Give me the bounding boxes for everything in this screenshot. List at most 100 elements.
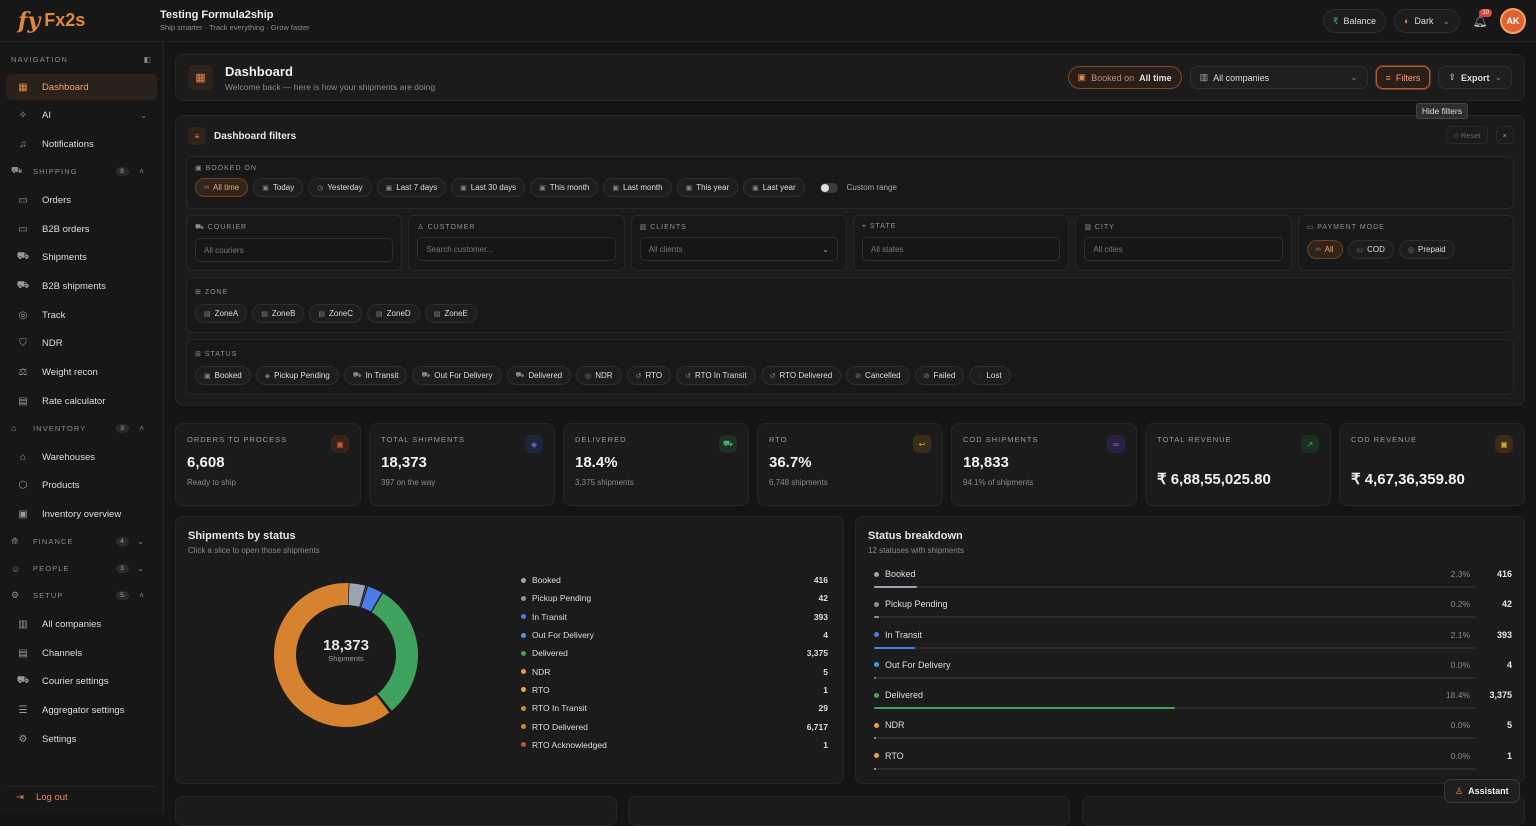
legend-item[interactable]: RTO Acknowledged 1: [521, 736, 828, 754]
clients-filter: ▥ CLIENTS All clients ⌄: [630, 215, 847, 271]
donut-slice-delivered[interactable]: [371, 593, 418, 711]
legend-item[interactable]: RTO In Transit 29: [521, 699, 828, 717]
filter-chip[interactable]: ▤ ZoneA: [195, 304, 248, 323]
sidebar-item-inventory-overview[interactable]: ▣ Inventory overview: [6, 502, 157, 528]
filter-chip[interactable]: ▣ Last month: [603, 178, 672, 197]
custom-range-toggle[interactable]: [819, 182, 838, 193]
state-input[interactable]: All states: [861, 237, 1061, 261]
filter-chip[interactable]: ▤ ZoneC: [309, 304, 363, 323]
filter-chip[interactable]: ∞ All: [1306, 240, 1343, 259]
sidebar-item-products[interactable]: ⬡ Products: [6, 473, 157, 499]
status-label: Booked: [885, 569, 916, 579]
section-setup[interactable]: ⚙ SETUP 5 ˄: [6, 585, 157, 607]
sidebar-item-orders[interactable]: ▭ Orders: [6, 187, 157, 213]
filter-chip[interactable]: ▣ Last year: [743, 178, 805, 197]
sidebar-item-b2b-shipments[interactable]: ⛟ B2B shipments: [6, 273, 157, 299]
status-row[interactable]: Booked 2.3% 416: [874, 565, 1512, 595]
sidebar-item-aggregator-settings[interactable]: ☰ Aggregator settings: [6, 698, 157, 724]
filter-chip[interactable]: ▣ Last 7 days: [376, 178, 447, 197]
filter-chip[interactable]: ▣ Today: [253, 178, 304, 197]
filter-chip[interactable]: ▤ ZoneB: [252, 304, 305, 323]
logout-button[interactable]: ⇥ Log out: [6, 786, 156, 808]
notifications-button[interactable]: 🔔︎ 10: [1468, 9, 1492, 33]
chip-label: Yesterday: [327, 183, 363, 192]
customer-search-input[interactable]: Search customer...: [417, 237, 616, 261]
filter-chip[interactable]: ◷ Yesterday: [308, 178, 372, 197]
sidebar-item-dashboard[interactable]: ▦ Dashboard: [6, 74, 157, 100]
filter-chip[interactable]: ▣ Last 30 days: [451, 178, 526, 197]
filter-chip[interactable]: ◌ Lost: [969, 366, 1011, 385]
sidebar-item-ndr[interactable]: ⛉ NDR: [6, 331, 157, 357]
filter-chip[interactable]: ▣ This month: [530, 178, 599, 197]
close-filters-button[interactable]: ×: [1495, 126, 1514, 144]
filter-chip[interactable]: ⊘ Failed: [914, 366, 965, 385]
filter-chip[interactable]: ∞ All time: [195, 178, 249, 197]
status-row[interactable]: Delivered 18.4% 3,375: [874, 686, 1512, 716]
section-shipping[interactable]: ⛟ SHIPPING 8 ˄: [6, 160, 157, 182]
app-logo[interactable]: fy Fx2s: [0, 0, 160, 42]
filter-chip[interactable]: ⛟ Delivered: [506, 366, 572, 385]
stat-icon: ⛟: [719, 435, 737, 453]
city-input[interactable]: All cities: [1084, 237, 1283, 261]
export-button[interactable]: ⇪ Export ⌄: [1438, 66, 1512, 89]
truck-icon: ⛟: [11, 165, 24, 176]
sidebar-item-rate-calculator[interactable]: ▤ Rate calculator: [6, 388, 157, 414]
filter-chip[interactable]: ▣ Booked: [195, 366, 251, 385]
legend-item[interactable]: RTO Delivered 6,717: [521, 717, 828, 735]
collapse-sidebar-icon[interactable]: ◧: [144, 55, 152, 64]
status-donut-chart[interactable]: [266, 575, 426, 735]
sidebar-item-warehouses[interactable]: ⌂ Warehouses: [6, 444, 157, 470]
filter-chip[interactable]: ▣ This year: [676, 178, 739, 197]
sidebar-item-all-companies[interactable]: ▥ All companies: [6, 612, 157, 638]
filter-chip[interactable]: ⊘ Cancelled: [846, 366, 910, 385]
sidebar-item-b2b-orders[interactable]: ▭ B2B orders: [6, 216, 157, 242]
legend-item[interactable]: In Transit 393: [521, 608, 828, 626]
legend-item[interactable]: NDR 5: [521, 662, 828, 680]
reset-filters-button[interactable]: ◇ Reset: [1446, 126, 1488, 144]
filter-chip[interactable]: ◎ Prepaid: [1398, 240, 1455, 259]
sidebar-item-track[interactable]: ◎ Track: [6, 302, 157, 328]
filter-chip[interactable]: ⛟ In Transit: [343, 366, 408, 385]
status-row[interactable]: RTO 0.0% 1: [874, 747, 1512, 777]
sidebar-item-notifications[interactable]: ♫ Notifications: [6, 131, 157, 157]
status-row[interactable]: Pickup Pending 0.2% 42: [874, 595, 1512, 625]
section-people[interactable]: ☺ PEOPLE 3 ⌄: [6, 558, 157, 580]
legend-item[interactable]: Booked 416: [521, 571, 828, 589]
theme-select[interactable]: ◐ Dark ⌄: [1394, 9, 1460, 33]
stat-icon: ▣: [1495, 435, 1513, 453]
filter-chip[interactable]: ◈ Pickup Pending: [255, 366, 339, 385]
booked-on-chip[interactable]: ▣ Booked on All time: [1067, 66, 1182, 89]
company-select[interactable]: ▥ All companies ⌄: [1189, 66, 1368, 89]
sidebar-item-settings[interactable]: ⚙ Settings: [6, 726, 157, 752]
assistant-button[interactable]: ♙ Assistant: [1444, 779, 1520, 803]
status-row[interactable]: Out For Delivery 0.0% 4: [874, 656, 1512, 686]
sidebar-item-weight-recon[interactable]: ⚖ Weight recon: [6, 360, 157, 386]
balance-button[interactable]: ₹ Balance: [1322, 9, 1386, 33]
filter-chip[interactable]: ▤ ZoneE: [424, 304, 477, 323]
sidebar-item-channels[interactable]: ▤ Channels: [6, 640, 157, 666]
sidebar-item-courier-settings[interactable]: ⛟ Courier settings: [6, 669, 157, 695]
status-row[interactable]: In Transit 2.1% 393: [874, 626, 1512, 656]
avatar[interactable]: AK: [1500, 8, 1526, 34]
legend-item[interactable]: Delivered 3,375: [521, 644, 828, 662]
filter-chip[interactable]: ▤ ZoneD: [367, 304, 420, 323]
filter-chip[interactable]: ◎ NDR: [576, 366, 622, 385]
section-finance[interactable]: ⟰ FINANCE 4 ⌄: [6, 531, 157, 553]
sidebar-item-ai[interactable]: ✧ AI ⌄: [6, 103, 157, 129]
section-inventory[interactable]: ⌂ INVENTORY 3 ˄: [6, 417, 157, 439]
legend-item[interactable]: RTO 1: [521, 681, 828, 699]
filter-chip[interactable]: ▭ COD: [1347, 240, 1394, 259]
filter-chip[interactable]: ↺ RTO: [626, 366, 672, 385]
store-icon: ▤: [18, 647, 28, 659]
filter-chip[interactable]: ⛟ Out For Delivery: [412, 366, 502, 385]
status-row[interactable]: NDR 0.0% 5: [874, 716, 1512, 746]
filter-chip[interactable]: ↺ RTO In Transit: [676, 366, 756, 385]
sidebar-item-shipments[interactable]: ⛟ Shipments: [6, 245, 157, 271]
donut-slice-booked[interactable]: [348, 583, 366, 607]
clients-select[interactable]: All clients ⌄: [639, 237, 838, 261]
filters-button[interactable]: ≡ Filters: [1375, 66, 1431, 89]
legend-item[interactable]: Pickup Pending 42: [521, 589, 828, 607]
courier-input[interactable]: All couriers: [195, 238, 394, 262]
legend-item[interactable]: Out For Delivery 4: [521, 626, 828, 644]
filter-chip[interactable]: ↺ RTO Delivered: [760, 366, 842, 385]
